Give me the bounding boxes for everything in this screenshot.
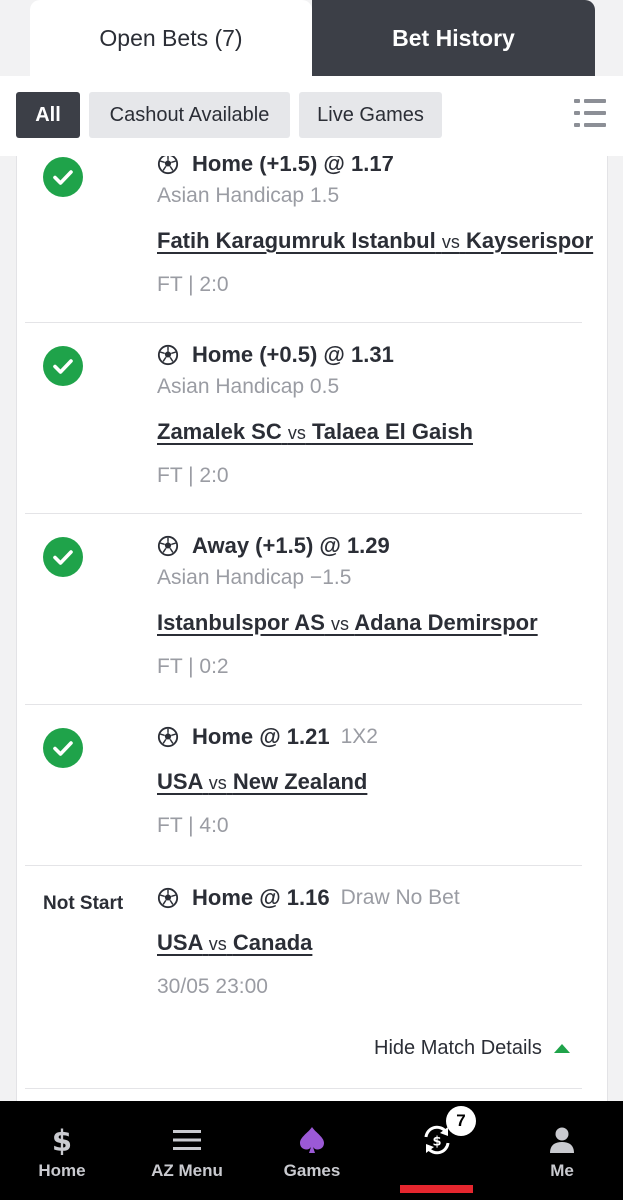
- bet-status-label: Not Start: [43, 893, 124, 914]
- filter-live-games-chip[interactable]: Live Games: [299, 92, 442, 138]
- bet-selection: Home (+1.5) @ 1.17: [157, 156, 394, 177]
- bet-selection: Home @ 1.16 Draw No Bet: [157, 885, 460, 911]
- soccer-ball-icon: [157, 344, 179, 366]
- hide-match-details-label: Hide Match Details: [374, 1037, 542, 1059]
- home-team: Istanbulspor AS: [157, 610, 325, 635]
- vs-label: vs: [287, 423, 306, 443]
- market-name: Asian Handicap −1.5: [157, 566, 352, 589]
- soccer-ball-icon: [157, 156, 179, 175]
- vs-label: vs: [441, 232, 460, 252]
- away-team: New Zealand: [232, 769, 368, 794]
- bet-selection: Home (+0.5) @ 1.31: [157, 342, 394, 368]
- filter-cashout-chip[interactable]: Cashout Available: [89, 92, 290, 138]
- soccer-ball-icon: [157, 535, 179, 557]
- away-team: Kayserispor: [465, 228, 594, 253]
- home-team: USA: [157, 769, 203, 794]
- away-team: Canada: [232, 930, 313, 955]
- market-name: Asian Handicap 1.5: [157, 184, 340, 207]
- selection-text: Home (+0.5) @ 1.31: [192, 342, 394, 367]
- active-tab-indicator: [400, 1185, 473, 1193]
- vs-label: vs: [208, 773, 227, 793]
- soccer-ball-icon: [157, 726, 179, 748]
- open-bets-count-badge: 7: [446, 1106, 476, 1136]
- nav-az-menu-label: AZ Menu: [151, 1161, 223, 1180]
- svg-text:$: $: [52, 1125, 72, 1155]
- nav-az-menu[interactable]: AZ Menu: [145, 1101, 229, 1200]
- soccer-ball-icon: [157, 887, 179, 909]
- spade-icon: [298, 1123, 326, 1157]
- home-team: USA: [157, 930, 203, 955]
- triangle-up-icon: [553, 1044, 570, 1053]
- nav-home[interactable]: $ Home: [20, 1101, 104, 1200]
- away-team: Talaea El Gaish: [311, 419, 473, 444]
- match-link[interactable]: Fatih Karagumruk Istanbul vs Kayserispor: [157, 228, 593, 254]
- nav-games[interactable]: Games: [270, 1101, 354, 1200]
- match-link[interactable]: USA vs New Zealand: [157, 769, 367, 795]
- vs-label: vs: [208, 934, 227, 954]
- list-view-icon[interactable]: [574, 98, 606, 128]
- selection-text: Home (+1.5) @ 1.17: [192, 156, 394, 176]
- filter-bar: All Cashout Available Live Games: [0, 76, 623, 156]
- nav-me-label: Me: [550, 1161, 574, 1180]
- home-team: Fatih Karagumruk Istanbul: [157, 228, 436, 253]
- selection-text: Home @ 1.16: [192, 885, 330, 910]
- match-result: FT | 4:0: [157, 814, 229, 837]
- won-check-icon: [43, 537, 83, 577]
- nav-home-label: Home: [38, 1161, 86, 1180]
- nav-me[interactable]: Me: [520, 1101, 604, 1200]
- market-name: Draw No Bet: [340, 886, 460, 909]
- selection-text: Home @ 1.21: [192, 724, 330, 749]
- match-result: FT | 2:0: [157, 464, 229, 487]
- market-name: 1X2: [340, 725, 378, 748]
- hide-match-details-button[interactable]: Hide Match Details: [374, 1037, 570, 1060]
- bet-leg: Away (+1.5) @ 1.29 Asian Handicap −1.5 I…: [17, 514, 607, 705]
- match-result: FT | 0:2: [157, 655, 229, 678]
- nav-games-label: Games: [283, 1161, 341, 1180]
- dollar-s-icon: $: [49, 1123, 75, 1157]
- match-link[interactable]: USA vs Canada: [157, 930, 312, 956]
- tab-open-bets[interactable]: Open Bets (7): [30, 0, 312, 76]
- selection-text: Away (+1.5) @ 1.29: [192, 533, 390, 558]
- match-link[interactable]: Zamalek SC vs Talaea El Gaish: [157, 419, 473, 445]
- tab-bet-history[interactable]: Bet History: [312, 0, 595, 76]
- home-team: Zamalek SC: [157, 419, 282, 444]
- bet-leg: Not Start Home @ 1.16 Draw No Bet USA vs…: [17, 866, 607, 1102]
- bottom-nav: $ Home AZ Menu Games $ 7 Me: [0, 1101, 623, 1200]
- menu-icon: [173, 1123, 201, 1157]
- won-check-icon: [43, 157, 83, 197]
- divider: [25, 1088, 582, 1089]
- filter-all-chip[interactable]: All: [16, 92, 80, 138]
- bet-leg: Home @ 1.21 1X2 USA vs New Zealand FT | …: [17, 705, 607, 866]
- match-result: FT | 2:0: [157, 273, 229, 296]
- bet-leg: Home (+0.5) @ 1.31 Asian Handicap 0.5 Za…: [17, 323, 607, 514]
- away-team: Adana Demirspor: [354, 610, 538, 635]
- match-kickoff-time: 30/05 23:00: [157, 975, 268, 998]
- bet-selection: Home @ 1.21 1X2: [157, 724, 378, 750]
- market-name: Asian Handicap 0.5: [157, 375, 340, 398]
- won-check-icon: [43, 346, 83, 386]
- svg-text:$: $: [432, 1135, 441, 1150]
- bet-selection: Away (+1.5) @ 1.29: [157, 533, 390, 559]
- bets-tabs: Open Bets (7) Bet History: [0, 0, 623, 76]
- user-icon: [549, 1123, 575, 1157]
- won-check-icon: [43, 728, 83, 768]
- match-link[interactable]: Istanbulspor AS vs Adana Demirspor: [157, 610, 538, 636]
- bet-leg: Home (+1.5) @ 1.17 Asian Handicap 1.5 Fa…: [17, 156, 607, 323]
- bet-slip-card: Home (+1.5) @ 1.17 Asian Handicap 1.5 Fa…: [16, 156, 608, 1102]
- vs-label: vs: [331, 614, 349, 634]
